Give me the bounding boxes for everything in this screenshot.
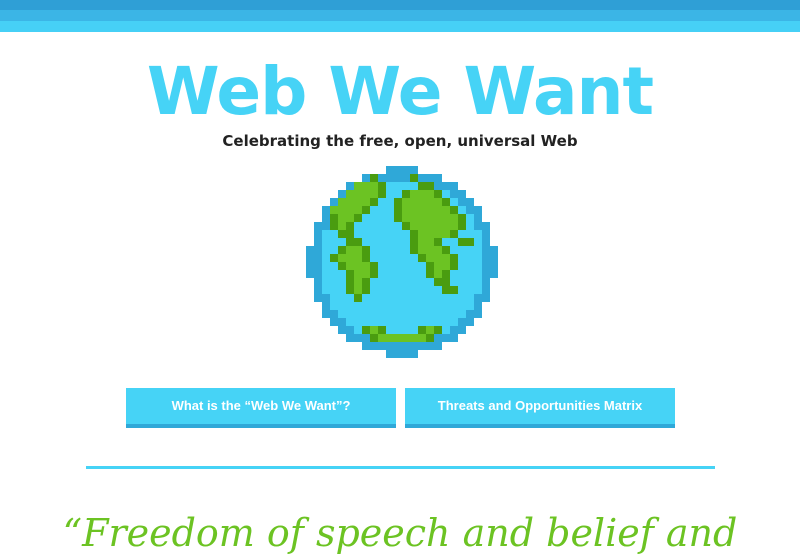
stripe-medium (0, 10, 800, 21)
site-title[interactable]: Web We Want (0, 52, 800, 132)
pixel-globe-icon (306, 166, 498, 358)
stripe-dark (0, 0, 800, 10)
header-stripes (0, 0, 800, 32)
threats-opportunities-matrix-button[interactable]: Threats and Opportunities Matrix (405, 388, 675, 428)
stripe-light (0, 21, 800, 32)
what-is-web-we-want-button[interactable]: What is the “Web We Want”? (126, 388, 396, 428)
section-divider (86, 466, 715, 469)
quote-text: “Freedom of speech and belief and (62, 511, 738, 555)
tagline: Celebrating the free, open, universal We… (222, 132, 578, 150)
